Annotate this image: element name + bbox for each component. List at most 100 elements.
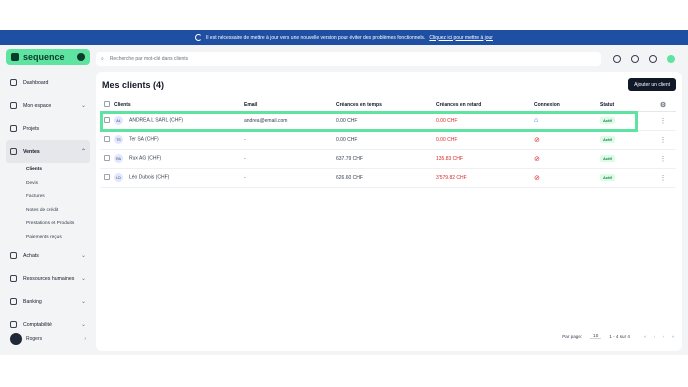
add-icon[interactable]	[613, 55, 621, 63]
client-name[interactable]: Ter SA (CHF)	[129, 137, 159, 143]
user-icon	[10, 102, 17, 109]
status-badge: Actif	[600, 173, 615, 181]
status-badge: Actif	[600, 135, 615, 143]
refresh-icon	[195, 34, 203, 41]
search-icon: ⌕	[101, 56, 104, 62]
client-email: -	[244, 168, 336, 188]
avatar: LD	[114, 173, 123, 182]
last-page-icon[interactable]: »	[671, 334, 674, 339]
sidebar: sequence Dashboard Mon espace ⌄ Projets V…	[6, 49, 90, 349]
row-menu-icon[interactable]: ⋮	[650, 168, 676, 188]
sidebar-item-mon-espace[interactable]: Mon espace ⌄	[6, 94, 90, 117]
app-shell: sequence Dashboard Mon espace ⌄ Projets V…	[0, 45, 688, 355]
row-checkbox[interactable]	[104, 154, 110, 161]
user-menu[interactable]: Rogers ›	[10, 333, 86, 345]
submenu-item-prestations[interactable]: Prestations et Produits	[26, 217, 90, 231]
sidebar-item-ventes[interactable]: Ventes ⌃	[6, 140, 90, 163]
user-name: Rogers	[26, 336, 43, 342]
check-square-icon	[10, 125, 17, 132]
toolbar-icons	[613, 55, 675, 63]
table-row[interactable]: LD Léo Dubois (CHF) - 626.60 CHF 3'579.82…	[100, 168, 676, 188]
col-clients[interactable]: Clients	[114, 100, 244, 112]
col-connexion[interactable]: Connexion	[534, 100, 600, 112]
chevron-down-icon[interactable]	[77, 53, 85, 61]
sidebar-item-projets[interactable]: Projets	[6, 117, 90, 140]
pagination: Par page: 10 1 - 4 sur 4 « ‹ › »	[562, 333, 674, 339]
sidebar-nav: Dashboard Mon espace ⌄ Projets Ventes ⌃ Cl…	[6, 71, 90, 336]
sidebar-item-label: Mon espace	[23, 102, 52, 109]
col-late[interactable]: Créances en retard	[436, 100, 534, 112]
sidebar-item-label: Ventes	[23, 148, 40, 155]
chevron-down-icon: ⌄	[80, 103, 86, 109]
client-email: andrea@email.com	[244, 111, 336, 131]
disconnected-icon: ⊘	[534, 155, 540, 163]
row-menu-icon[interactable]: ⋮	[650, 111, 676, 131]
cart-icon	[10, 252, 17, 259]
sidebar-item-label: Ressources humaines	[23, 275, 75, 282]
update-banner: Il est nécessaire de mettre à jour vers …	[0, 30, 688, 45]
avatar: AL	[114, 116, 123, 125]
sidebar-item-label: Dashboard	[23, 79, 49, 86]
submenu-item-notes-credit[interactable]: Notes de crédit	[26, 204, 90, 218]
submenu-item-devis[interactable]: Devis	[26, 177, 90, 191]
clock-icon[interactable]	[631, 55, 639, 63]
clients-panel: Mes clients (4) Ajouter un client Client…	[96, 72, 682, 351]
chevron-right-icon: ›	[84, 336, 86, 342]
search-input[interactable]: ⌕ Recherche par mot-clé dans clients	[96, 52, 601, 66]
client-late: 0.00 CHF	[436, 111, 534, 131]
page-range: 1 - 4 sur 4	[609, 333, 630, 339]
logo-mark-icon	[11, 53, 19, 61]
sidebar-item-dashboard[interactable]: Dashboard	[6, 71, 90, 94]
brand-logo[interactable]: sequence	[6, 49, 90, 65]
disconnected-icon: ⊘	[534, 174, 540, 182]
row-checkbox[interactable]	[104, 173, 110, 180]
table-row[interactable]: TS Ter SA (CHF) - 0.00 CHF 0.00 CHF ⊘ Act…	[100, 130, 676, 150]
per-page-select[interactable]: 10	[590, 333, 602, 339]
client-name[interactable]: Léo Dubois (CHF)	[129, 175, 169, 181]
row-menu-icon[interactable]: ⋮	[650, 149, 676, 169]
client-late: 135.83 CHF	[436, 149, 534, 169]
brand-name: sequence	[23, 52, 65, 62]
bell-icon[interactable]	[649, 55, 657, 63]
prev-page-icon[interactable]: ‹	[654, 334, 656, 339]
col-on-time[interactable]: Créances en temps	[336, 100, 436, 112]
submenu-item-clients[interactable]: Clients	[26, 163, 90, 177]
select-all-checkbox[interactable]	[104, 101, 110, 108]
row-menu-icon[interactable]: ⋮	[650, 130, 676, 150]
connected-icon: ⌂	[534, 117, 539, 124]
submenu-item-paiements[interactable]: Paiements reçus	[26, 231, 90, 245]
help-icon[interactable]	[667, 55, 675, 63]
sales-icon	[10, 148, 17, 155]
chevron-up-icon: ⌃	[80, 149, 86, 155]
add-client-button[interactable]: Ajouter un client	[628, 78, 676, 91]
col-statut[interactable]: Statut	[600, 100, 650, 112]
home-icon	[10, 79, 17, 86]
bank-icon	[10, 298, 17, 305]
avatar: RA	[114, 154, 123, 163]
chevron-down-icon: ⌄	[80, 322, 86, 328]
table-header: Clients Email Créances en temps Créances…	[100, 100, 676, 112]
sidebar-item-label: Banking	[23, 298, 42, 305]
sidebar-item-achats[interactable]: Achats ⌄	[6, 244, 90, 267]
client-name[interactable]: Rux AG (CHF)	[129, 156, 161, 162]
sidebar-item-banking[interactable]: Banking ⌄	[6, 290, 90, 313]
column-settings-icon[interactable]: ⚙	[650, 100, 676, 112]
people-icon	[10, 275, 17, 282]
sidebar-item-rh[interactable]: Ressources humaines ⌄	[6, 267, 90, 290]
client-on-time: 0.00 CHF	[336, 111, 436, 131]
disconnected-icon: ⊘	[534, 136, 540, 144]
update-link[interactable]: Cliquez ici pour mettre à jour	[429, 35, 493, 41]
first-page-icon[interactable]: «	[644, 334, 647, 339]
status-badge: Actif	[600, 116, 615, 124]
sidebar-item-label: Projets	[23, 125, 40, 132]
row-checkbox[interactable]	[104, 135, 110, 142]
client-late: 0.00 CHF	[436, 130, 534, 150]
col-email[interactable]: Email	[244, 100, 336, 112]
row-checkbox[interactable]	[104, 116, 110, 123]
sidebar-item-label: Achats	[23, 252, 39, 259]
table-row[interactable]: RA Rux AG (CHF) - 637.79 CHF 135.83 CHF ⊘…	[100, 149, 676, 169]
client-name[interactable]: ANDREA.L SARL (CHF)	[129, 118, 183, 124]
table-row[interactable]: AL ANDREA.L SARL (CHF) andrea@email.com 0…	[100, 111, 676, 131]
next-page-icon[interactable]: ›	[663, 334, 665, 339]
submenu-item-factures[interactable]: Factures	[26, 190, 90, 204]
